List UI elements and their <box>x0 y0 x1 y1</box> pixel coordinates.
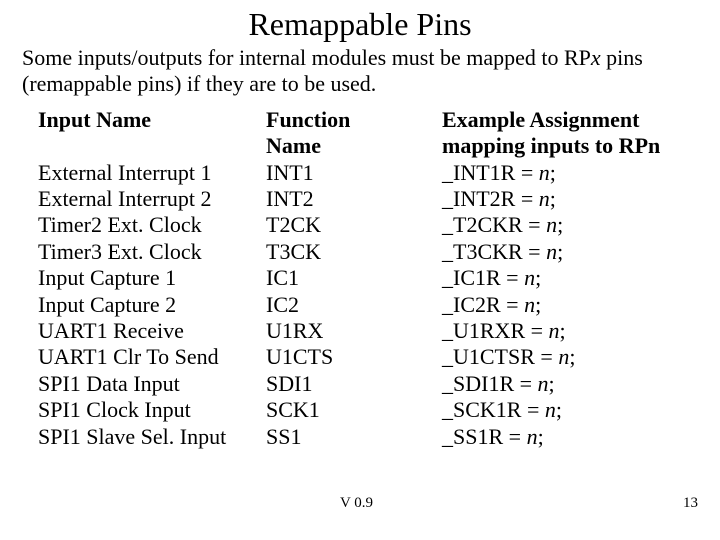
cell-function-name: INT1 <box>266 160 442 186</box>
cell-example-assignment: _INT1R = n; <box>442 160 704 186</box>
asg-n: n <box>539 186 550 211</box>
cell-function-name: T3CK <box>266 239 442 265</box>
asg-suffix: ; <box>556 397 562 422</box>
cell-input-name: SPI1 Data Input <box>38 371 266 397</box>
table-row: SPI1 Slave Sel. InputSS1_SS1R = n; <box>38 424 704 450</box>
asg-suffix: ; <box>549 371 555 396</box>
asg-n: n <box>524 265 535 290</box>
asg-n: n <box>546 239 557 264</box>
col-header-function-a: Function <box>266 107 350 132</box>
cell-input-name: Timer2 Ext. Clock <box>38 212 266 238</box>
table-header-row: Input Name Function Name Example Assignm… <box>38 107 704 160</box>
cell-example-assignment: _SCK1R = n; <box>442 397 704 423</box>
footer-page-number: 13 <box>683 495 698 512</box>
table-wrap: Input Name Function Name Example Assignm… <box>0 97 720 450</box>
cell-example-assignment: _U1RXR = n; <box>442 318 704 344</box>
cell-input-name: SPI1 Clock Input <box>38 397 266 423</box>
col-header-example: Example Assignment mapping inputs to RPn <box>442 107 704 160</box>
cell-function-name: IC2 <box>266 292 442 318</box>
asg-suffix: ; <box>550 186 556 211</box>
footer-version: V 0.9 <box>340 495 373 512</box>
cell-input-name: Input Capture 2 <box>38 292 266 318</box>
asg-n: n <box>546 212 557 237</box>
table-row: External Interrupt 2INT2_INT2R = n; <box>38 186 704 212</box>
asg-n: n <box>538 371 549 396</box>
cell-input-name: Timer3 Ext. Clock <box>38 239 266 265</box>
asg-suffix: ; <box>560 318 566 343</box>
asg-suffix: ; <box>538 424 544 449</box>
cell-function-name: SDI1 <box>266 371 442 397</box>
col-header-example-b: mapping inputs to RP <box>442 133 648 158</box>
asg-suffix: ; <box>557 212 563 237</box>
cell-input-name: UART1 Receive <box>38 318 266 344</box>
cell-function-name: IC1 <box>266 265 442 291</box>
cell-example-assignment: _U1CTSR = n; <box>442 344 704 370</box>
cell-input-name: SPI1 Slave Sel. Input <box>38 424 266 450</box>
asg-prefix: _SDI1R = <box>442 371 538 396</box>
cell-input-name: External Interrupt 2 <box>38 186 266 212</box>
intro-italic-x: x <box>591 45 601 70</box>
asg-n: n <box>524 292 535 317</box>
col-header-example-n: n <box>648 133 660 158</box>
asg-prefix: _U1CTSR = <box>442 344 558 369</box>
asg-suffix: ; <box>569 344 575 369</box>
cell-function-name: INT2 <box>266 186 442 212</box>
intro-text: Some inputs/outputs for internal modules… <box>0 43 720 97</box>
asg-prefix: _IC1R = <box>442 265 524 290</box>
cell-function-name: SS1 <box>266 424 442 450</box>
asg-prefix: _INT1R = <box>442 160 539 185</box>
intro-part-a: Some inputs/outputs for internal modules… <box>22 45 591 70</box>
table-row: UART1 Clr To SendU1CTS_U1CTSR = n; <box>38 344 704 370</box>
asg-suffix: ; <box>557 239 563 264</box>
table-row: Input Capture 2IC2_IC2R = n; <box>38 292 704 318</box>
cell-input-name: UART1 Clr To Send <box>38 344 266 370</box>
asg-n: n <box>545 397 556 422</box>
asg-suffix: ; <box>535 265 541 290</box>
asg-prefix: _SS1R = <box>442 424 527 449</box>
asg-prefix: _U1RXR = <box>442 318 549 343</box>
cell-example-assignment: _SDI1R = n; <box>442 371 704 397</box>
cell-function-name: SCK1 <box>266 397 442 423</box>
asg-n: n <box>549 318 560 343</box>
table-row: Timer3 Ext. ClockT3CK_T3CKR = n; <box>38 239 704 265</box>
asg-prefix: _IC2R = <box>442 292 524 317</box>
table-row: UART1 ReceiveU1RX_U1RXR = n; <box>38 318 704 344</box>
cell-function-name: U1RX <box>266 318 442 344</box>
slide: Remappable Pins Some inputs/outputs for … <box>0 0 720 540</box>
cell-example-assignment: _SS1R = n; <box>442 424 704 450</box>
asg-prefix: _INT2R = <box>442 186 539 211</box>
col-header-example-a: Example Assignment <box>442 107 639 132</box>
table-row: Input Capture 1IC1_IC1R = n; <box>38 265 704 291</box>
asg-suffix: ; <box>550 160 556 185</box>
asg-prefix: _T2CKR = <box>442 212 546 237</box>
table-row: SPI1 Clock InputSCK1_SCK1R = n; <box>38 397 704 423</box>
asg-suffix: ; <box>535 292 541 317</box>
cell-input-name: Input Capture 1 <box>38 265 266 291</box>
cell-function-name: T2CK <box>266 212 442 238</box>
cell-example-assignment: _INT2R = n; <box>442 186 704 212</box>
cell-example-assignment: _IC2R = n; <box>442 292 704 318</box>
asg-n: n <box>558 344 569 369</box>
cell-function-name: U1CTS <box>266 344 442 370</box>
page-title: Remappable Pins <box>0 0 720 43</box>
asg-n: n <box>539 160 550 185</box>
col-header-function-b: Name <box>266 133 321 158</box>
cell-input-name: External Interrupt 1 <box>38 160 266 186</box>
asg-prefix: _SCK1R = <box>442 397 545 422</box>
table-row: Timer2 Ext. ClockT2CK_T2CKR = n; <box>38 212 704 238</box>
cell-example-assignment: _IC1R = n; <box>442 265 704 291</box>
asg-prefix: _T3CKR = <box>442 239 546 264</box>
cell-example-assignment: _T3CKR = n; <box>442 239 704 265</box>
table-row: SPI1 Data InputSDI1_SDI1R = n; <box>38 371 704 397</box>
cell-example-assignment: _T2CKR = n; <box>442 212 704 238</box>
col-header-function: Function Name <box>266 107 442 160</box>
col-header-input-name: Input Name <box>38 107 266 160</box>
asg-n: n <box>527 424 538 449</box>
table-row: External Interrupt 1INT1_INT1R = n; <box>38 160 704 186</box>
pins-table: Input Name Function Name Example Assignm… <box>38 107 704 450</box>
